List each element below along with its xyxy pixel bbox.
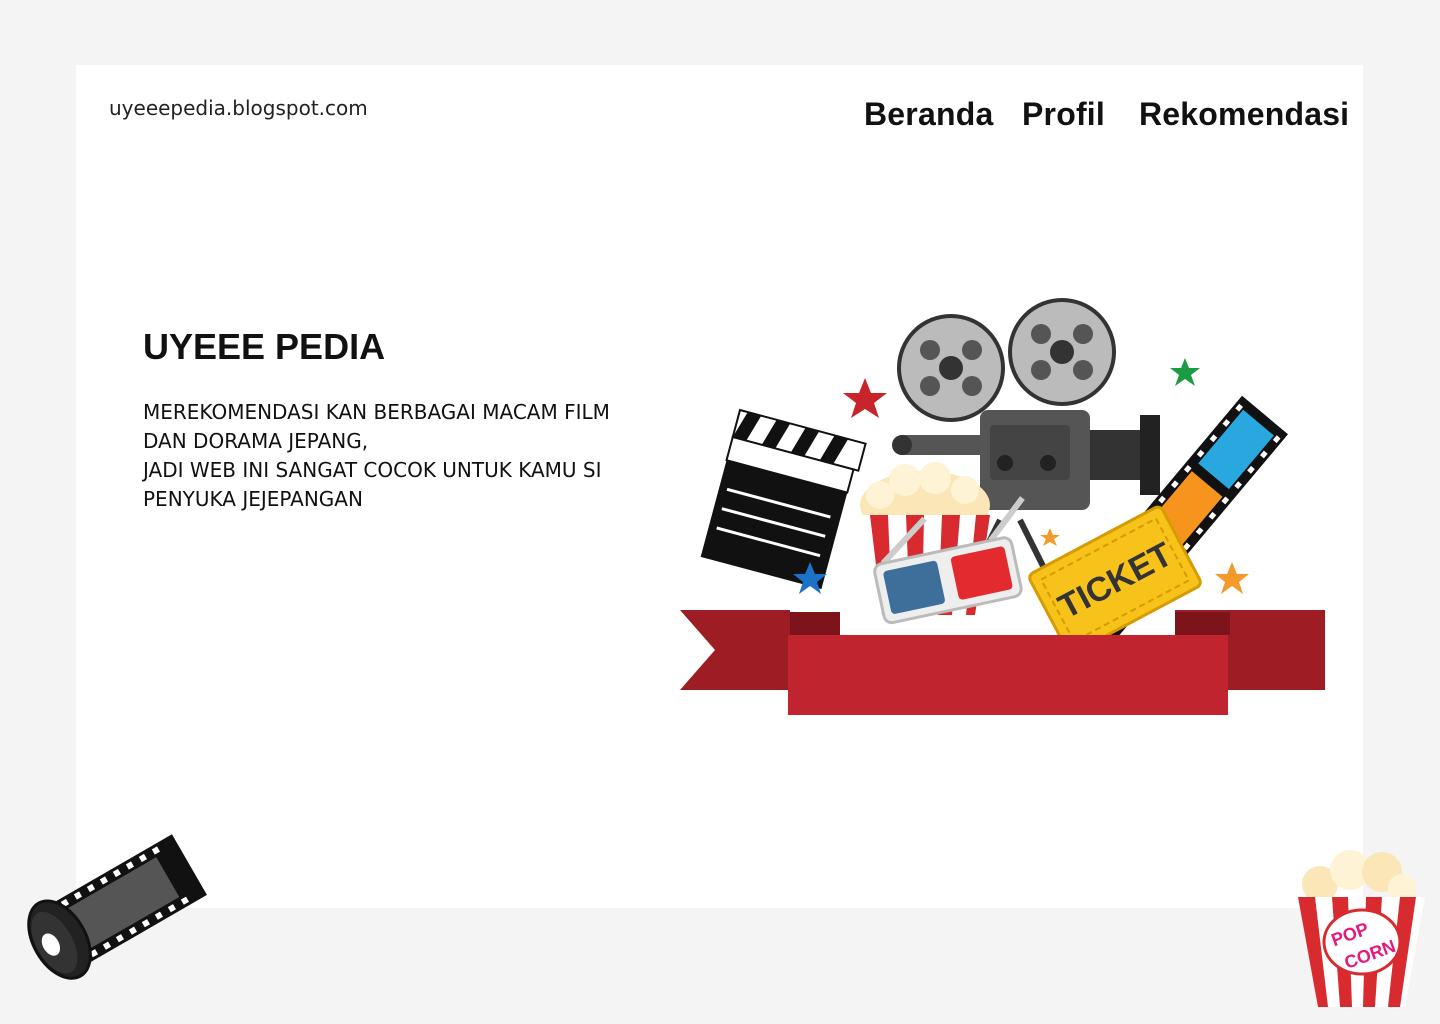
film-reel-right bbox=[1008, 298, 1116, 406]
star-icon bbox=[843, 378, 887, 418]
hero-description: MEREKOMENDASI KAN BERBAGAI MACAM FILM DA… bbox=[143, 398, 683, 514]
star-icon bbox=[1040, 528, 1060, 546]
nav-profil[interactable]: Profil bbox=[1022, 96, 1105, 133]
ribbon-tail-left bbox=[680, 610, 790, 690]
film-reel-left bbox=[897, 314, 1005, 422]
star-icon bbox=[1170, 358, 1200, 386]
banner-ribbon bbox=[788, 635, 1228, 715]
description-line: JADI WEB INI SANGAT COCOK UNTUK KAMU SI bbox=[143, 458, 602, 482]
site-url[interactable]: uyeeepedia.blogspot.com bbox=[109, 96, 368, 120]
page-title: UYEEE PEDIA bbox=[143, 326, 386, 367]
popcorn-bucket-icon: POP CORN bbox=[1298, 850, 1425, 1007]
nav-beranda[interactable]: Beranda bbox=[864, 96, 993, 133]
clapperboard-icon bbox=[700, 408, 867, 590]
nav-rekomendasi[interactable]: Rekomendasi bbox=[1139, 96, 1349, 133]
description-line: MEREKOMENDASI KAN BERBAGAI MACAM FILM bbox=[143, 400, 610, 424]
cinema-illustration: TICKET bbox=[680, 298, 1325, 715]
description-line: DAN DORAMA JEPANG, bbox=[143, 429, 369, 453]
star-icon bbox=[1215, 562, 1249, 594]
description-line: PENYUKA JEJEPANGAN bbox=[143, 487, 363, 511]
film-roll-icon bbox=[27, 834, 207, 980]
